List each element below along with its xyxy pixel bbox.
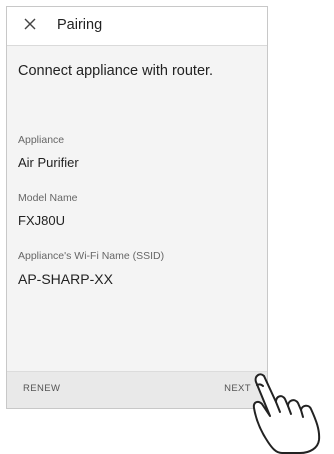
app-bar: Pairing bbox=[7, 7, 267, 46]
model-name-value: FXJ80U bbox=[18, 213, 65, 228]
ssid-value: AP-SHARP-XX bbox=[18, 271, 113, 287]
phone-screen: Pairing Connect appliance with router. A… bbox=[6, 6, 268, 409]
ssid-label: Appliance's Wi-Fi Name (SSID) bbox=[18, 250, 165, 262]
close-icon-glyph bbox=[24, 18, 36, 30]
instruction-heading: Connect appliance with router. bbox=[18, 63, 214, 79]
bottom-bar: RENEW NEXT bbox=[7, 371, 267, 408]
close-icon[interactable] bbox=[21, 15, 39, 33]
appliance-label: Appliance bbox=[18, 134, 65, 146]
page-title: Pairing bbox=[57, 17, 103, 33]
stage: Pairing Connect appliance with router. A… bbox=[0, 0, 334, 454]
next-button[interactable]: NEXT bbox=[224, 383, 251, 394]
appliance-value: Air Purifier bbox=[18, 155, 79, 170]
pointing-hand-icon bbox=[252, 373, 321, 454]
renew-button[interactable]: RENEW bbox=[23, 383, 60, 394]
model-name-label: Model Name bbox=[18, 192, 78, 204]
